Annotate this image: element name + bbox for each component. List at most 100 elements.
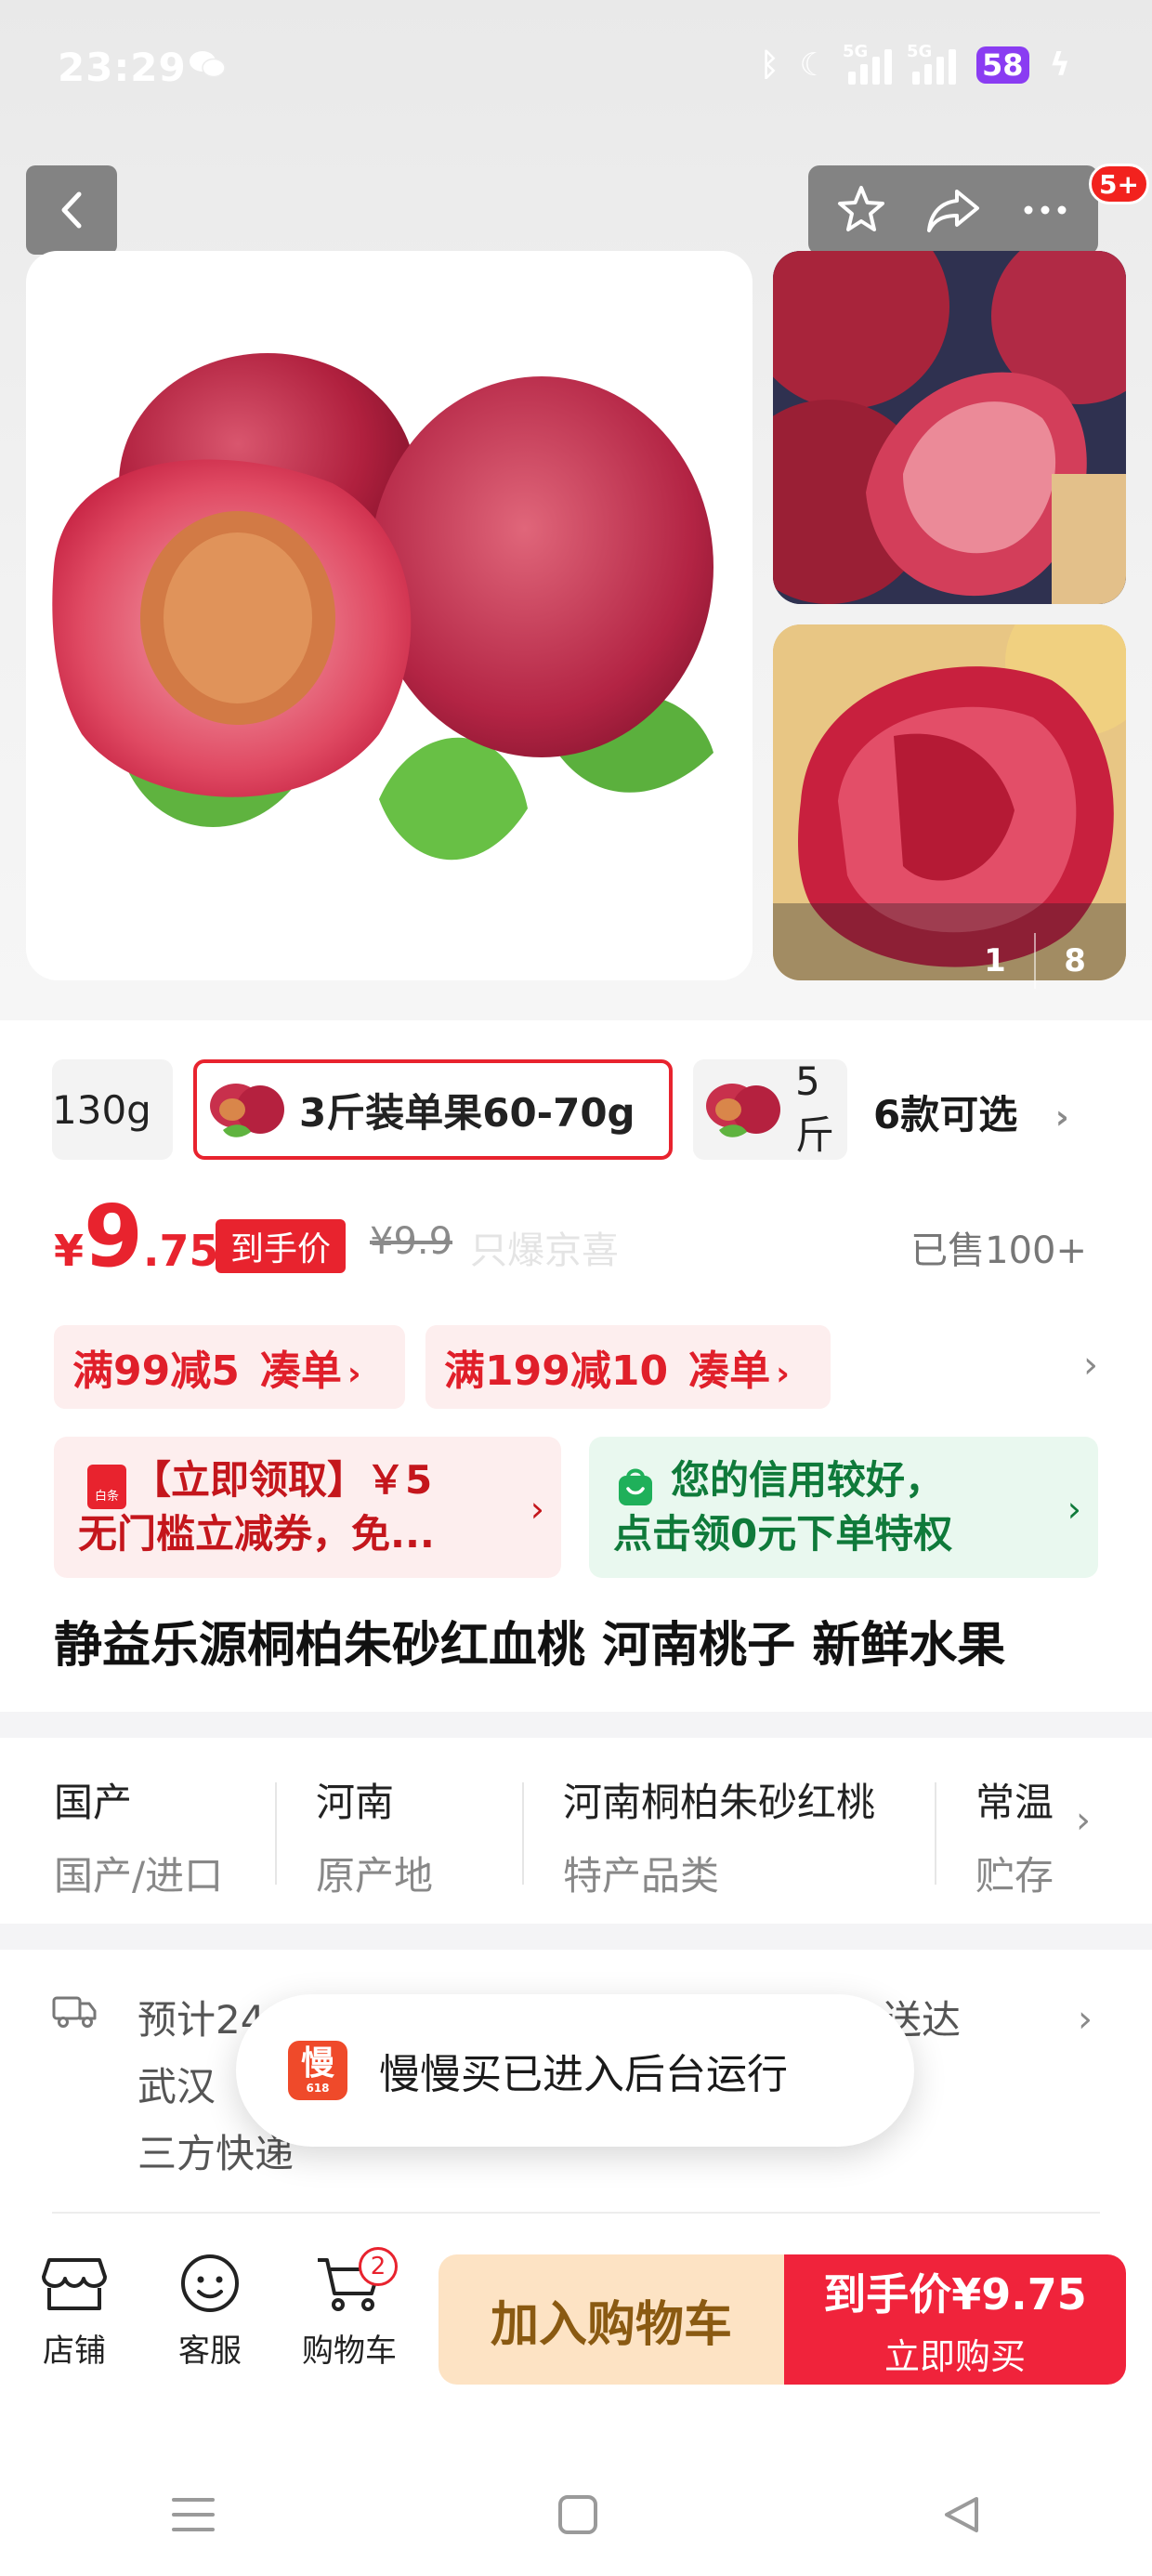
attribute-value: 河南桐柏朱砂红桃 — [563, 1780, 876, 1825]
status-time: 23:29 — [58, 45, 187, 90]
coupon-line-1: 【立即领取】￥5 — [132, 1457, 433, 1503]
variant-label: 3斤装单果60-70g — [299, 1089, 635, 1136]
attribute-value: 国产 — [54, 1780, 133, 1825]
variant-chip[interactable]: 130g — [52, 1059, 173, 1160]
price-currency: ¥ — [54, 1226, 85, 1276]
chevron-right-icon: › — [1078, 1998, 1093, 2041]
credit-card-offer[interactable]: 您的信用较好， 点击领0元下单特权 › — [589, 1437, 1098, 1578]
menu-icon[interactable] — [170, 2494, 216, 2535]
attribute-value: 河南 — [316, 1780, 395, 1825]
peach-image — [773, 624, 1126, 980]
price-decimal: .75 — [143, 1226, 219, 1276]
original-price: ¥9.9 — [370, 1220, 453, 1263]
share-icon[interactable] — [923, 182, 983, 238]
tab-cart[interactable]: 2 购物车 — [294, 2247, 405, 2371]
signal-icon: 5G — [843, 42, 893, 85]
tab-service[interactable]: 客服 — [154, 2253, 266, 2371]
faded-text: 只爆京喜 — [470, 1229, 619, 1272]
bluetooth-icon: ᛒ — [760, 46, 779, 84]
back-triangle-icon[interactable] — [939, 2493, 982, 2536]
chevron-right-icon: › — [1054, 1098, 1069, 1137]
variant-thumbnail — [210, 1084, 284, 1137]
variant-thumbnail — [706, 1084, 780, 1137]
more-icon[interactable] — [1017, 182, 1073, 238]
star-icon[interactable] — [833, 182, 889, 238]
promo-action-label: 凑单 — [688, 1347, 771, 1395]
promo-text: 满199减10 — [444, 1347, 669, 1395]
buy-now-button[interactable]: 到手价¥9.75 立即购买 — [784, 2254, 1126, 2385]
manmanmai-logo: 慢 618 — [288, 2041, 347, 2100]
promo-action: 凑单 › — [688, 1337, 790, 1397]
chevron-right-icon: › — [347, 1355, 361, 1393]
baitiao-icon-label: 白条 — [94, 1490, 119, 1504]
status-bar: 23:29 ᛒ ☾ 5G 5G 58 ϟ — [0, 0, 1152, 139]
battery-indicator: 58 — [976, 46, 1029, 84]
tab-store-label: 店铺 — [43, 2333, 106, 2370]
tab-service-label: 客服 — [178, 2333, 242, 2370]
toast-notification: 慢 618 慢慢买已进入后台运行 — [236, 1994, 914, 2147]
buy-now-price: 到手价¥9.75 — [823, 2268, 1087, 2320]
attribute-separator — [522, 1782, 524, 1885]
gallery-counter: 1 8 — [970, 929, 1100, 992]
variant-chip[interactable]: 5斤 — [693, 1059, 847, 1160]
add-to-cart-button[interactable]: 加入购物车 — [439, 2254, 784, 2385]
attribute-item: 河南桐柏朱砂红桃 特产品类 — [563, 1771, 875, 1901]
credit-text: 您的信用较好， 点击领0元下单特权 — [613, 1453, 952, 1561]
sold-count: 已售100+ — [910, 1229, 1087, 1272]
section-divider — [0, 1712, 1152, 1738]
tab-store[interactable]: 店铺 — [19, 2253, 130, 2371]
gallery-current-index: 1 — [984, 942, 1006, 979]
coupon-card[interactable]: 白条 【立即领取】￥5 无门槛立减券，免... › — [54, 1437, 561, 1578]
promo-action: 凑单 › — [260, 1337, 361, 1397]
promo-chip[interactable]: 满199减10 凑单 › — [425, 1325, 831, 1409]
logo-text: 慢 — [300, 2044, 334, 2083]
shopping-bag-icon — [619, 1468, 652, 1505]
delivery-location: 武汉 — [137, 2064, 216, 2109]
product-attributes[interactable]: 国产 国产/进口 河南 原产地 河南桐柏朱砂红桃 特产品类 常温 贮存 › — [0, 1738, 1152, 1924]
peach-image — [773, 251, 1126, 604]
system-navigation-bar — [0, 2453, 1152, 2576]
signal-label-2: 5G — [907, 42, 933, 61]
variant-label: 130g — [52, 1086, 151, 1133]
gallery-total-count: 8 — [1064, 942, 1086, 979]
bottom-divider — [52, 2212, 1100, 2214]
gallery-thumbnail-1[interactable] — [773, 251, 1126, 604]
variant-chip-selected[interactable]: 3斤装单果60-70g — [193, 1059, 673, 1160]
attribute-item: 河南 原产地 — [316, 1771, 433, 1901]
message-badge: 5+ — [1089, 164, 1149, 204]
price: ¥ 9 .75 — [54, 1194, 219, 1287]
buy-now-label: 立即购买 — [884, 2335, 1026, 2377]
chevron-right-icon: › — [530, 1489, 544, 1530]
credit-line-2: 点击领0元下单特权 — [613, 1511, 953, 1557]
counter-separator — [1034, 933, 1036, 989]
logo-subtext: 618 — [306, 2082, 330, 2095]
gallery-thumbnail-2[interactable] — [773, 624, 1126, 980]
promo-action-label: 凑单 — [259, 1347, 342, 1395]
chevron-right-icon: › — [1076, 1799, 1091, 1842]
product-main-image[interactable] — [26, 251, 753, 980]
attribute-value: 常温 — [975, 1780, 1054, 1825]
variant-more-label: 6款可选 — [873, 1092, 1018, 1137]
credit-line-1: 您的信用较好， — [671, 1457, 945, 1503]
chevron-right-icon: › — [776, 1355, 790, 1393]
product-title: 静益乐源桐柏朱砂红血桃 河南桃子 新鲜水果 — [54, 1618, 1006, 1674]
home-icon[interactable] — [556, 2493, 599, 2536]
promo-chip[interactable]: 满99减5 凑单 › — [54, 1325, 405, 1409]
cart-count-badge: 2 — [359, 2247, 398, 2286]
toast-message: 慢慢买已进入后台运行 — [379, 2051, 788, 2098]
chevron-right-icon: › — [1067, 1489, 1081, 1530]
attribute-key: 国产/进口 — [54, 1853, 224, 1899]
variant-more-link[interactable]: 6款可选 › — [873, 1084, 1069, 1140]
store-icon — [42, 2258, 107, 2310]
chevron-right-icon[interactable]: › — [1083, 1344, 1098, 1387]
customer-service-icon — [181, 2254, 239, 2312]
back-button[interactable] — [26, 165, 117, 255]
peach-image — [52, 353, 713, 861]
attribute-item: 常温 贮存 — [975, 1771, 1054, 1901]
final-price-tag: 到手价 — [216, 1219, 347, 1273]
status-icons: ᛒ ☾ 5G 5G 58 ϟ — [760, 42, 1070, 85]
truck-icon — [52, 1996, 97, 2028]
moon-icon: ☾ — [799, 46, 829, 84]
wechat-icon — [190, 51, 226, 78]
attribute-key: 特产品类 — [563, 1853, 720, 1899]
